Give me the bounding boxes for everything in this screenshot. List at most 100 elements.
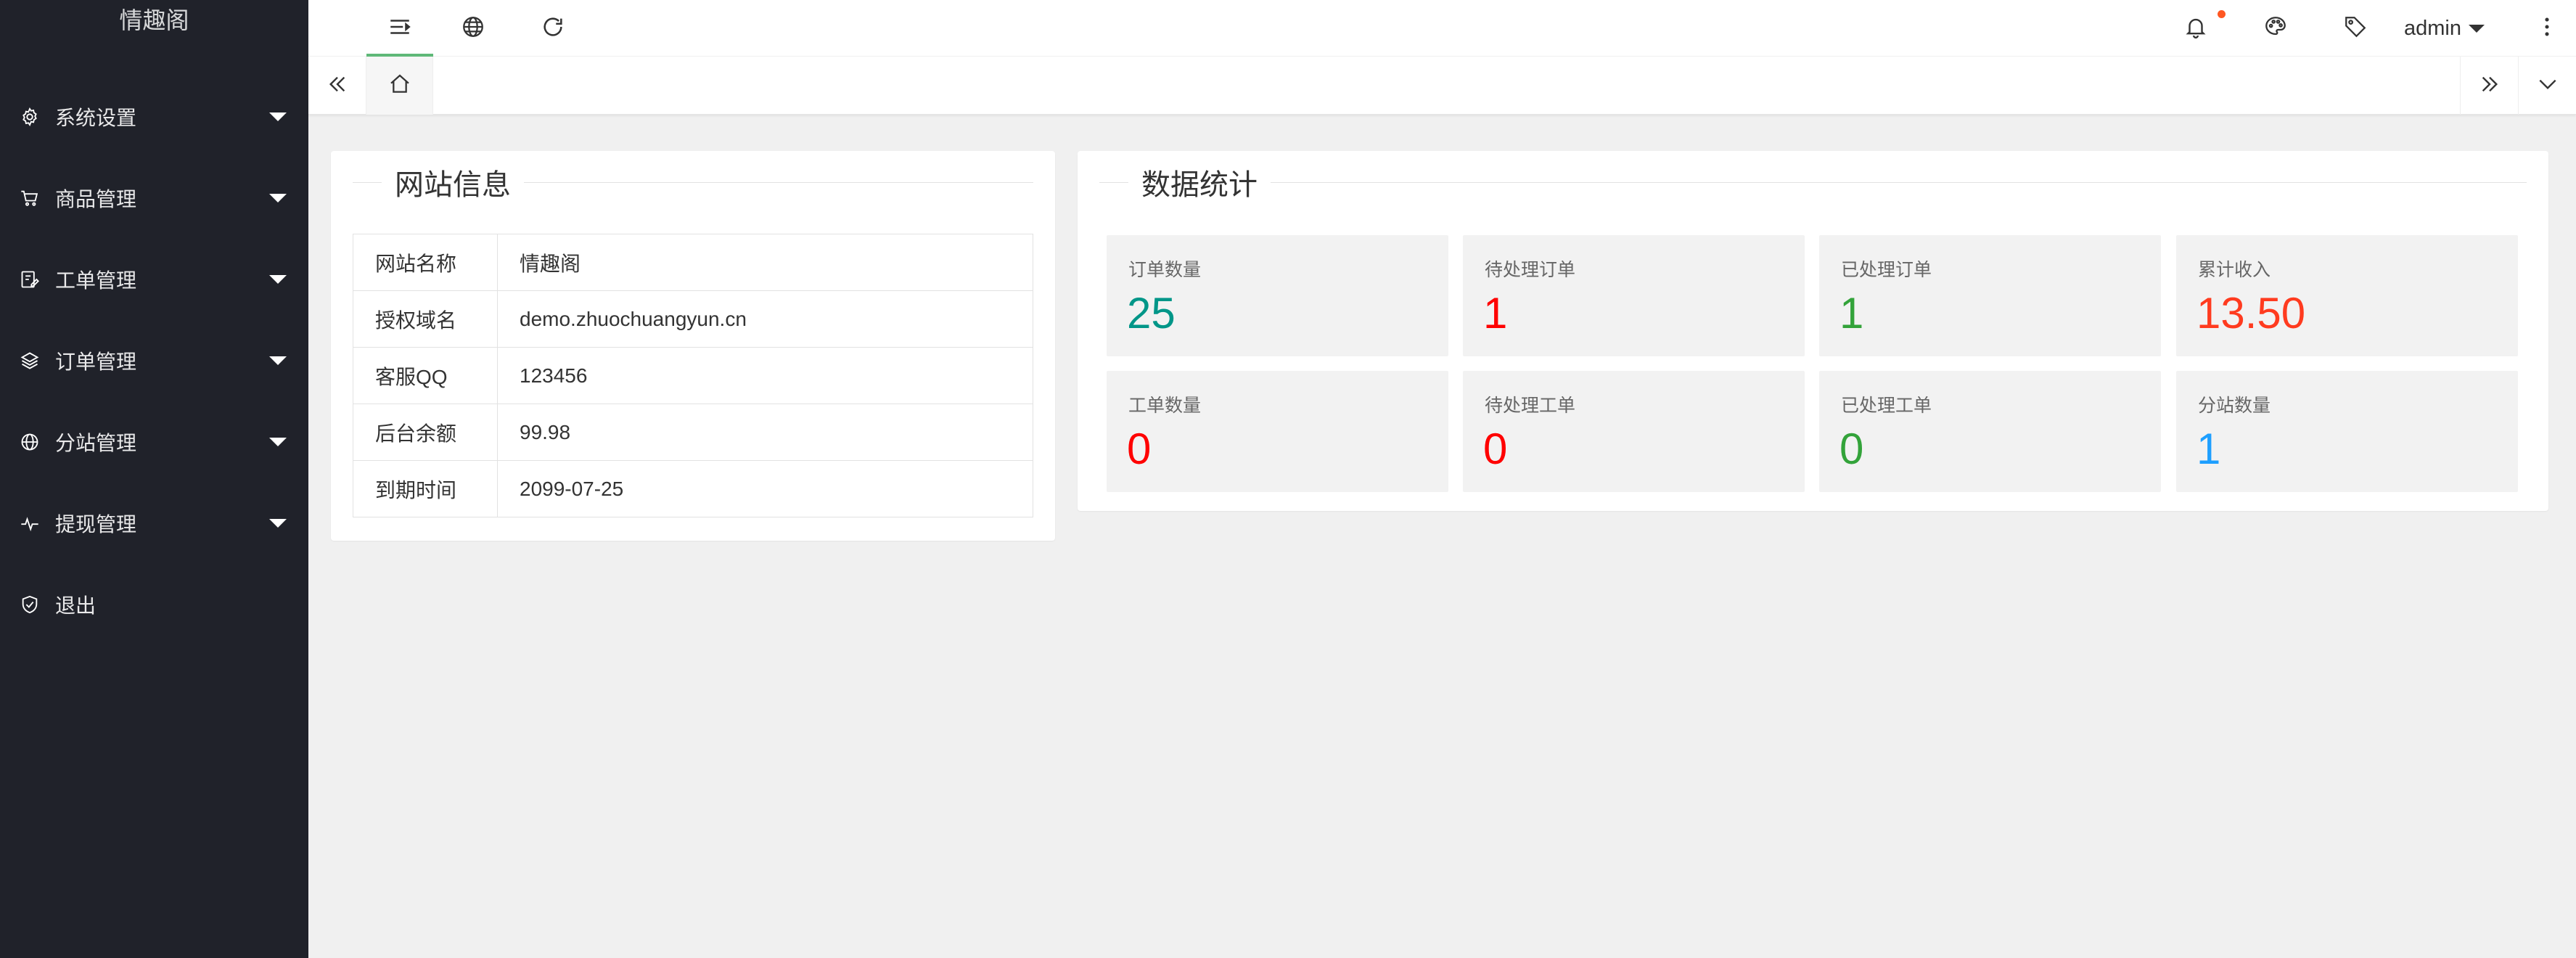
info-value: 2099-07-25 [497,460,1033,517]
caret-down-icon [269,438,287,446]
chevron-down-icon [2536,73,2559,99]
theme-button[interactable] [2236,0,2315,57]
globe-icon [461,15,485,43]
site-info-card: 网站信息 网站名称 情趣阁 授权域名 demo.zhuochuangyun.cn… [331,151,1055,541]
tag-icon [2343,15,2368,43]
top-header: admin [308,0,2576,57]
sidebar-menu: 系统设置 商品管理 工单管理 订单管理 分站管理 提现管理 退出 [0,76,308,645]
tab-home[interactable] [366,57,433,115]
info-key: 网站名称 [353,234,498,291]
gear-icon [19,106,41,128]
stat-label: 待处理工单 [1485,396,1576,416]
bell-icon [2183,15,2208,43]
caret-down-icon [269,194,287,202]
globe-icon [19,431,41,453]
sidebar-item-label: 工单管理 [55,269,137,292]
caret-down-icon [269,275,287,284]
sidebar-item-label: 提现管理 [55,513,137,536]
sidebar-item-substation-management[interactable]: 分站管理 [0,401,308,483]
notification-dot [2218,10,2226,18]
stat-value: 0 [1839,425,1864,473]
sidebar-item-label: 退出 [55,594,97,617]
table-row: 网站名称 情趣阁 [353,234,1033,291]
sidebar-item-label: 系统设置 [55,107,137,129]
app-logo-text: 情趣阁 [119,7,189,33]
stat-ticket-count: 工单数量 0 [1107,371,1448,492]
shield-icon [19,594,41,615]
pulse-icon [19,512,41,534]
username: admin [2404,16,2461,40]
stat-label: 工单数量 [1128,396,1202,416]
sidebar-item-label: 商品管理 [55,188,137,210]
sidebar-item-withdraw-management[interactable]: 提现管理 [0,483,308,564]
tabs-scroll-right-button[interactable] [2460,57,2518,115]
stat-value: 1 [1839,289,1864,337]
stat-processed-tickets: 已处理工单 0 [1819,371,2161,492]
user-menu[interactable]: admin [2404,0,2485,57]
stat-value: 1 [1483,289,1508,337]
menu-toggle-icon [387,15,412,43]
stat-value: 1 [2196,425,2221,473]
card-title: 网站信息 [395,169,511,201]
info-key: 客服QQ [353,347,498,404]
sidebar-item-system-settings[interactable]: 系统设置 [0,76,308,157]
notification-button[interactable] [2156,0,2236,57]
sidebar-item-label: 订单管理 [55,351,137,373]
card-header: 网站信息 [353,151,1033,213]
info-key: 到期时间 [353,460,498,517]
stat-value: 13.50 [2196,289,2306,337]
info-value: 123456 [497,347,1033,404]
site-info-table: 网站名称 情趣阁 授权域名 demo.zhuochuangyun.cn 客服QQ… [353,234,1033,517]
stat-label: 已处理订单 [1841,260,1932,280]
more-button[interactable] [2518,0,2576,57]
stat-substation-count: 分站数量 1 [2176,371,2518,492]
caret-down-icon [2469,24,2485,33]
stat-label: 待处理订单 [1485,260,1576,280]
tag-button[interactable] [2315,0,2395,57]
layers-icon [19,350,41,372]
caret-down-icon [269,112,287,121]
table-row: 客服QQ 123456 [353,347,1033,404]
info-value: 情趣阁 [497,234,1033,291]
stat-label: 订单数量 [1128,260,1202,280]
edit-icon [19,269,41,290]
stat-value: 0 [1483,425,1508,473]
stat-label: 累计收入 [2198,260,2271,280]
card-header: 数据统计 [1099,151,2527,213]
caret-down-icon [269,356,287,365]
card-title: 数据统计 [1141,169,1258,201]
stats-card: 数据统计 订单数量 25 待处理订单 1 已处理订单 1 累计收入 13.50 … [1078,151,2548,511]
table-row: 授权域名 demo.zhuochuangyun.cn [353,290,1033,348]
sidebar: 情趣阁 系统设置 商品管理 工单管理 订单管理 分站管理 提现管理 退出 [0,0,308,958]
stat-label: 已处理工单 [1841,396,1932,416]
info-key: 后台余额 [353,404,498,461]
sidebar-item-order-management[interactable]: 订单管理 [0,320,308,401]
tabs-bar [308,57,2576,115]
info-value: 99.98 [497,404,1033,461]
title-divider [353,181,382,183]
info-key: 授权域名 [353,290,498,348]
sidebar-item-ticket-management[interactable]: 工单管理 [0,239,308,320]
refresh-button[interactable] [513,0,593,57]
title-divider [1271,181,2527,183]
stat-pending-tickets: 待处理工单 0 [1463,371,1805,492]
theme-icon [2263,15,2288,43]
website-button[interactable] [433,0,513,57]
caret-down-icon [269,519,287,528]
more-vertical-icon [2535,15,2559,43]
title-divider [1099,181,1128,183]
cart-icon [19,187,41,209]
sidebar-item-label: 分站管理 [55,432,137,454]
menu-toggle-button[interactable] [366,0,433,57]
table-row: 后台余额 99.98 [353,404,1033,461]
tabs-scroll-left-button[interactable] [308,57,366,115]
tabs-dropdown-button[interactable] [2518,57,2576,115]
home-icon [388,73,411,99]
stat-value: 25 [1127,289,1176,337]
double-chevron-left-icon [326,73,349,99]
sidebar-item-product-management[interactable]: 商品管理 [0,157,308,239]
sidebar-item-logout[interactable]: 退出 [0,564,308,645]
stat-processed-orders: 已处理订单 1 [1819,235,2161,356]
title-divider [524,181,1033,183]
stat-pending-orders: 待处理订单 1 [1463,235,1805,356]
